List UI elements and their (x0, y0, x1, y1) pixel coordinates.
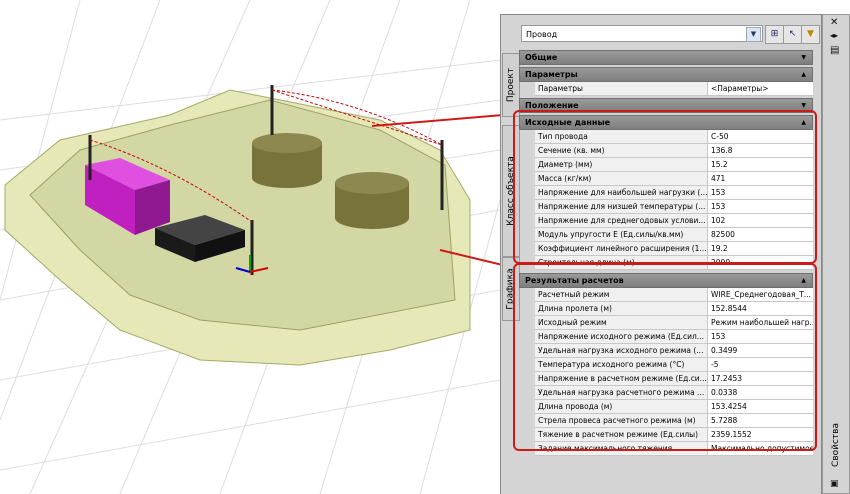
property-value[interactable]: Режим наибольшей нагр... (708, 316, 813, 329)
property-name: Температура исходного режима (°С) (535, 358, 708, 371)
property-row[interactable]: Напряжение для низшей температуры (...15… (535, 200, 813, 214)
property-value[interactable]: WIRE_Среднегодовая_Т... (708, 288, 813, 301)
property-name: Удельная нагрузка исходного режима (... (535, 344, 708, 357)
3d-viewport[interactable] (0, 0, 500, 494)
property-name: Тип провода (535, 130, 708, 143)
property-value[interactable]: 152.8544 (708, 302, 813, 315)
section-general[interactable]: Общие▼ (519, 50, 813, 65)
property-row[interactable]: Строительная длина (м)2000 (535, 256, 813, 270)
property-value[interactable]: 153 (708, 186, 813, 199)
property-row[interactable]: Температура исходного режима (°С)-5 (535, 358, 813, 372)
property-value[interactable]: 153 (708, 330, 813, 343)
property-row[interactable]: Напряжение в расчетном режиме (Ед.си...1… (535, 372, 813, 386)
property-value[interactable]: -5 (708, 358, 813, 371)
property-row[interactable]: Диаметр (мм)15.2 (535, 158, 813, 172)
property-row[interactable]: Стрела провеса расчетного режима (м)5.72… (535, 414, 813, 428)
close-icon[interactable]: ✕ (830, 17, 838, 28)
palette-title: Свойства (828, 415, 844, 475)
select-objects-button[interactable]: ↖ (783, 25, 802, 44)
property-name: Стрела провеса расчетного режима (м) (535, 414, 708, 427)
property-name: Коэффициент линейного расширения (1... (535, 242, 708, 255)
property-name: Напряжение исходного режима (Ед.сил... (535, 330, 708, 343)
section-results[interactable]: Результаты расчетов▲ (519, 273, 813, 288)
property-name: Исходный режим (535, 316, 708, 329)
property-row[interactable]: Коэффициент линейного расширения (1...19… (535, 242, 813, 256)
property-name: Модуль упругости Е (Ед.силы/кв.мм) (535, 228, 708, 241)
property-value[interactable]: С-50 (708, 130, 813, 143)
property-value[interactable]: Максимально допустимое (708, 442, 813, 455)
property-name: Напряжение в расчетном режиме (Ед.си... (535, 372, 708, 385)
properties-palette: Проект Класс объекта Графика Провод▼ ⊞ ↖… (500, 14, 822, 494)
property-name: Длина пролета (м) (535, 302, 708, 315)
property-row[interactable]: Удельная нагрузка исходного режима (...0… (535, 344, 813, 358)
property-row[interactable]: Напряжение исходного режима (Ед.сил...15… (535, 330, 813, 344)
property-value[interactable]: 102 (708, 214, 813, 227)
property-row[interactable]: Длина пролета (м)152.8544 (535, 302, 813, 316)
quick-select-filter-button[interactable]: ▼ (801, 25, 820, 44)
property-row[interactable]: Напряжение для среднегодовых услови...10… (535, 214, 813, 228)
property-row[interactable]: Удельная нагрузка расчетного режима ...0… (535, 386, 813, 400)
property-name: Задание максимального тяжения (535, 442, 708, 455)
chevron-down-icon[interactable]: ▼ (746, 27, 761, 42)
property-value[interactable]: 5.7288 (708, 414, 813, 427)
section-params[interactable]: Параметры▲ (519, 67, 813, 82)
palette-icon: ▣ (830, 479, 839, 489)
property-name: Напряжение для среднегодовых услови... (535, 214, 708, 227)
property-value[interactable]: 2359.1552 (708, 428, 813, 441)
toggle-pickadd-button[interactable]: ⊞ (765, 25, 784, 44)
property-row[interactable]: Длина провода (м)153.4254 (535, 400, 813, 414)
property-row[interactable]: Параметры<Параметры> (535, 82, 813, 96)
property-name: Напряжение для низшей температуры (... (535, 200, 708, 213)
property-row[interactable]: Задание максимального тяженияМаксимально… (535, 442, 813, 456)
property-name: Строительная длина (м) (535, 256, 708, 269)
property-name: Сечение (кв. мм) (535, 144, 708, 157)
tab-project[interactable]: Проект (502, 53, 520, 117)
property-row[interactable]: Тяжение в расчетном режиме (Ед.силы)2359… (535, 428, 813, 442)
property-value[interactable]: 82500 (708, 228, 813, 241)
property-name: Удельная нагрузка расчетного режима ... (535, 386, 708, 399)
section-source-data[interactable]: Исходные данные▲ (519, 115, 813, 130)
property-name: Диаметр (мм) (535, 158, 708, 171)
property-value[interactable]: 15.2 (708, 158, 813, 171)
tab-object-class[interactable]: Класс объекта (502, 125, 520, 257)
property-value[interactable]: 136.8 (708, 144, 813, 157)
property-row[interactable]: Тип проводаС-50 (535, 130, 813, 144)
property-row[interactable]: Сечение (кв. мм)136.8 (535, 144, 813, 158)
property-value[interactable]: 471 (708, 172, 813, 185)
property-row[interactable]: Расчетный режимWIRE_Среднегодовая_Т... (535, 288, 813, 302)
property-row[interactable]: Напряжение для наибольшей нагрузки (...1… (535, 186, 813, 200)
property-name: Расчетный режим (535, 288, 708, 301)
property-value[interactable]: 153.4254 (708, 400, 813, 413)
property-name: Тяжение в расчетном режиме (Ед.силы) (535, 428, 708, 441)
properties-menu-icon[interactable]: ▤ (830, 45, 839, 56)
palette-title-bar[interactable]: ✕ ◂▸ ▤ Свойства ▣ (822, 14, 850, 494)
property-name: Длина провода (м) (535, 400, 708, 413)
property-row[interactable]: Модуль упругости Е (Ед.силы/кв.мм)82500 (535, 228, 813, 242)
property-value[interactable]: 0.0338 (708, 386, 813, 399)
property-value[interactable]: 2000 (708, 256, 813, 269)
object-type-select[interactable]: Провод▼ (521, 25, 763, 42)
section-position[interactable]: Положение▼ (519, 98, 813, 113)
property-value[interactable]: 19.2 (708, 242, 813, 255)
property-value[interactable]: 17.2453 (708, 372, 813, 385)
property-value[interactable]: 153 (708, 200, 813, 213)
tab-graphics[interactable]: Графика (502, 257, 520, 321)
auto-hide-icon[interactable]: ◂▸ (830, 31, 838, 40)
property-grid: Общие▼ Параметры▲ Параметры<Параметры> П… (519, 48, 813, 456)
property-name: Масса (кг/км) (535, 172, 708, 185)
property-name: Напряжение для наибольшей нагрузки (... (535, 186, 708, 199)
property-value[interactable]: 0.3499 (708, 344, 813, 357)
property-row[interactable]: Исходный режимРежим наибольшей нагр... (535, 316, 813, 330)
property-row[interactable]: Масса (кг/км)471 (535, 172, 813, 186)
